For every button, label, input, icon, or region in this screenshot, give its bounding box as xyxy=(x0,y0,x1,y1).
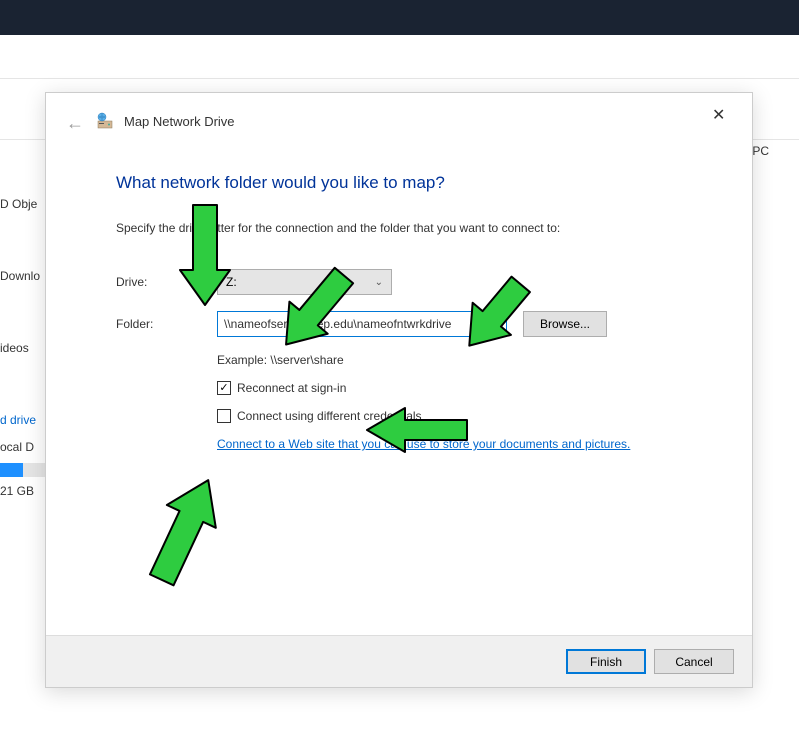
sidebar-item: ocal D xyxy=(0,440,34,454)
top-bar xyxy=(0,0,799,35)
storage-label: 21 GB xyxy=(0,484,34,498)
credentials-label: Connect using different credentials xyxy=(237,409,422,423)
finish-button[interactable]: Finish xyxy=(566,649,646,674)
drive-value: Z: xyxy=(226,275,237,289)
sidebar-item: D Obje xyxy=(0,197,37,211)
browse-button[interactable]: Browse... xyxy=(523,311,607,337)
sidebar-item: d drive xyxy=(0,413,36,427)
back-arrow-icon[interactable]: ← xyxy=(66,113,86,133)
dialog-footer: Finish Cancel xyxy=(46,635,752,687)
dialog-heading: What network folder would you like to ma… xyxy=(116,173,702,193)
close-button[interactable]: ✕ xyxy=(712,105,730,123)
folder-label: Folder: xyxy=(116,317,201,331)
credentials-checkbox[interactable] xyxy=(217,409,231,423)
storage-bar xyxy=(0,463,50,477)
folder-input[interactable] xyxy=(217,311,507,337)
reconnect-label: Reconnect at sign-in xyxy=(237,381,346,395)
map-network-drive-dialog: ← Map Network Drive ✕ What network folde… xyxy=(45,92,753,688)
drive-select[interactable]: Z: ⌄ xyxy=(217,269,392,295)
cancel-button[interactable]: Cancel xyxy=(654,649,734,674)
drive-label: Drive: xyxy=(116,275,201,289)
reconnect-checkbox[interactable]: ✓ xyxy=(217,381,231,395)
example-text: Example: \\server\share xyxy=(217,353,702,367)
dialog-subtext: Specify the drive letter for the connect… xyxy=(116,221,702,235)
chevron-down-icon: ⌄ xyxy=(375,277,383,288)
website-link[interactable]: Connect to a Web site that you can use t… xyxy=(217,437,702,451)
sidebar-item: ideos xyxy=(0,341,29,355)
dialog-title: Map Network Drive xyxy=(124,114,235,129)
dialog-body: What network folder would you like to ma… xyxy=(46,153,752,451)
network-drive-icon xyxy=(96,111,116,131)
sidebar-item: Downlo xyxy=(0,269,40,283)
dialog-header: ← Map Network Drive ✕ xyxy=(46,93,752,153)
